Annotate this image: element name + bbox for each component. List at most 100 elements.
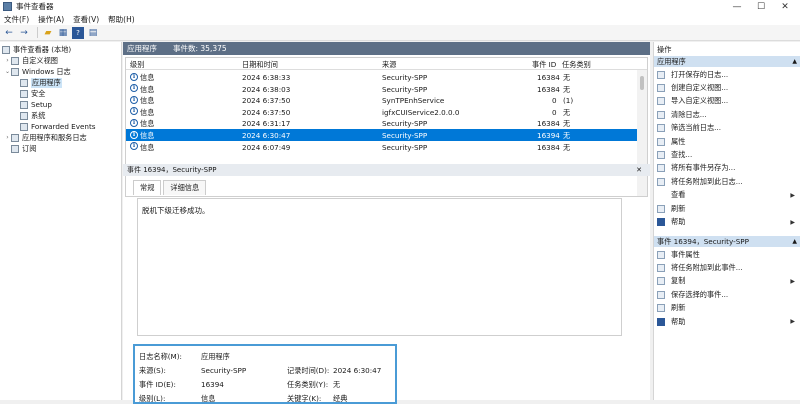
column-datetime[interactable]: 日期和时间: [242, 60, 278, 70]
collapse-icon[interactable]: ⌄: [4, 68, 11, 75]
properties-icon[interactable]: ▤: [87, 27, 99, 39]
refresh-icon: [657, 204, 665, 213]
row-source: Security-SPP: [382, 131, 428, 140]
task-label: 任务类别(Y):: [287, 380, 329, 389]
action-properties[interactable]: 属性: [654, 135, 800, 148]
column-event-id[interactable]: 事件 ID: [532, 60, 556, 70]
collapse-icon[interactable]: ▲: [792, 238, 797, 245]
log-icon: [20, 111, 28, 120]
task-icon: [657, 264, 665, 273]
properties-icon: [657, 250, 665, 259]
menu-help[interactable]: 帮助(H): [108, 14, 135, 25]
tree-item-root[interactable]: 事件查看器 (本地): [2, 44, 71, 55]
table-row[interactable]: i 信息 2024 6:37:50 SynTPEnhService 0 (1): [126, 94, 639, 106]
row-datetime: 2024 6:38:03: [242, 84, 291, 94]
table-row[interactable]: i 信息 2024 6:31:17 Security-SPP 16384 无: [126, 117, 639, 129]
table-row[interactable]: i 信息 2024 6:38:33 Security-SPP 16384 无: [126, 71, 639, 83]
action-save-selected[interactable]: 保存选择的事件...: [654, 288, 800, 301]
row-source: Security-SPP: [382, 119, 428, 129]
expand-icon[interactable]: ›: [4, 57, 11, 64]
menu-action[interactable]: 操作(A): [38, 14, 64, 25]
folder-icon: [657, 70, 665, 79]
row-source: Security-SPP: [382, 73, 428, 82]
column-source[interactable]: 来源: [382, 60, 396, 70]
row-event-id: 16394: [537, 131, 560, 140]
back-arrow-icon[interactable]: ←: [3, 27, 15, 39]
action-import-custom-view[interactable]: 导入自定义视图...: [654, 95, 800, 108]
console-tree-icon[interactable]: ▦: [57, 27, 69, 39]
help-icon[interactable]: ?: [72, 26, 84, 39]
expand-icon[interactable]: ›: [4, 134, 11, 141]
tab-details[interactable]: 详细信息: [163, 180, 207, 195]
info-icon: i: [130, 72, 138, 81]
action-attach-task-event[interactable]: 将任务附加到此事件...: [654, 261, 800, 274]
row-level: 信息: [140, 131, 155, 140]
column-level[interactable]: 级别: [130, 60, 144, 70]
row-task: 无: [563, 131, 571, 140]
action-save-all-events[interactable]: 将所有事件另存为...: [654, 162, 800, 175]
event-message-box[interactable]: 脱机下级迁移成功。: [137, 198, 622, 336]
keywords-label: 关键字(K):: [287, 394, 322, 403]
import-icon: [657, 97, 665, 106]
scrollbar-thumb[interactable]: [640, 76, 644, 90]
tree-item-forwarded-events[interactable]: Forwarded Events: [20, 121, 96, 132]
action-view[interactable]: 查看 ▶: [654, 189, 800, 202]
action-attach-task-log[interactable]: 将任务附加到此日志...: [654, 175, 800, 188]
column-task-category[interactable]: 任务类别: [562, 60, 591, 70]
row-datetime: 2024 6:37:50: [242, 96, 291, 106]
tree-item-app-service-logs[interactable]: › 应用程序和服务日志: [4, 132, 87, 143]
tree-item-application[interactable]: 应用程序: [20, 77, 62, 88]
menu-file[interactable]: 文件(F): [4, 14, 29, 25]
table-row[interactable]: i 信息 2024 6:38:03 Security-SPP 16384 无: [126, 83, 639, 95]
event-count: 事件数: 35,375: [173, 44, 227, 53]
folder-icon[interactable]: ▰: [42, 27, 54, 39]
tree-item-subscriptions[interactable]: 订阅: [11, 143, 36, 154]
forward-arrow-icon[interactable]: →: [18, 27, 30, 39]
log-icon: [20, 89, 28, 98]
action-help-event[interactable]: 帮助 ▶: [654, 315, 800, 328]
properties-icon: [657, 137, 665, 146]
close-button[interactable]: ✕: [770, 0, 800, 13]
source-label: 来源(S):: [139, 366, 166, 375]
action-open-saved-log[interactable]: 打开保存的日志...: [654, 68, 800, 81]
action-event-properties[interactable]: 事件属性: [654, 248, 800, 261]
submenu-arrow-icon: ▶: [790, 218, 795, 226]
tree-item-custom-views[interactable]: › 自定义视图: [4, 55, 58, 66]
tree-item-setup[interactable]: Setup: [20, 99, 52, 110]
table-row[interactable]: i 信息 2024 6:07:49 Security-SPP 16384 无: [126, 141, 639, 153]
action-copy[interactable]: 复制 ▶: [654, 275, 800, 288]
action-filter-log[interactable]: 筛选当前日志...: [654, 122, 800, 135]
recorded-label: 记录时间(D):: [287, 366, 330, 375]
action-create-custom-view[interactable]: 创建自定义视图...: [654, 81, 800, 94]
actions-section-event[interactable]: 事件 16394，Security-SPP ▲: [654, 236, 800, 247]
tree-item-system[interactable]: 系统: [20, 110, 45, 121]
action-refresh[interactable]: 刷新: [654, 202, 800, 215]
row-source: Security-SPP: [382, 142, 428, 152]
info-icon: i: [130, 142, 138, 151]
action-refresh-event[interactable]: 刷新: [654, 302, 800, 315]
table-row[interactable]: i 信息 2024 6:37:50 igfxCUIService2.0.0.0 …: [126, 106, 639, 118]
close-icon[interactable]: ✕: [636, 166, 642, 174]
collapse-icon[interactable]: ▲: [792, 58, 797, 65]
table-row-selected[interactable]: i 信息 2024 6:30:47 Security-SPP 16394 无: [126, 129, 639, 141]
action-clear-log[interactable]: 清除日志...: [654, 108, 800, 121]
tab-general[interactable]: 常规: [133, 180, 162, 195]
row-level: 信息: [140, 119, 155, 129]
menu-view[interactable]: 查看(V): [73, 14, 99, 25]
logname-label: 日志名称(M):: [139, 352, 182, 361]
info-icon: i: [130, 95, 138, 104]
action-find[interactable]: 查找...: [654, 148, 800, 161]
subscription-icon: [11, 144, 19, 153]
row-source: Security-SPP: [382, 84, 428, 94]
source-value: Security-SPP: [201, 366, 247, 375]
actions-section-log[interactable]: 应用程序 ▲: [654, 56, 800, 67]
action-help[interactable]: 帮助 ▶: [654, 215, 800, 228]
tree-item-security[interactable]: 安全: [20, 88, 45, 99]
folder-icon: [11, 67, 19, 76]
detail-header: 事件 16394，Security-SPP ✕: [123, 164, 650, 176]
row-task: 无: [563, 119, 571, 129]
tree-item-windows-logs[interactable]: ⌄ Windows 日志: [4, 66, 71, 77]
row-event-id: 16384: [537, 119, 560, 129]
row-datetime: 2024 6:07:49: [242, 142, 291, 152]
eventid-label: 事件 ID(E):: [139, 380, 176, 389]
